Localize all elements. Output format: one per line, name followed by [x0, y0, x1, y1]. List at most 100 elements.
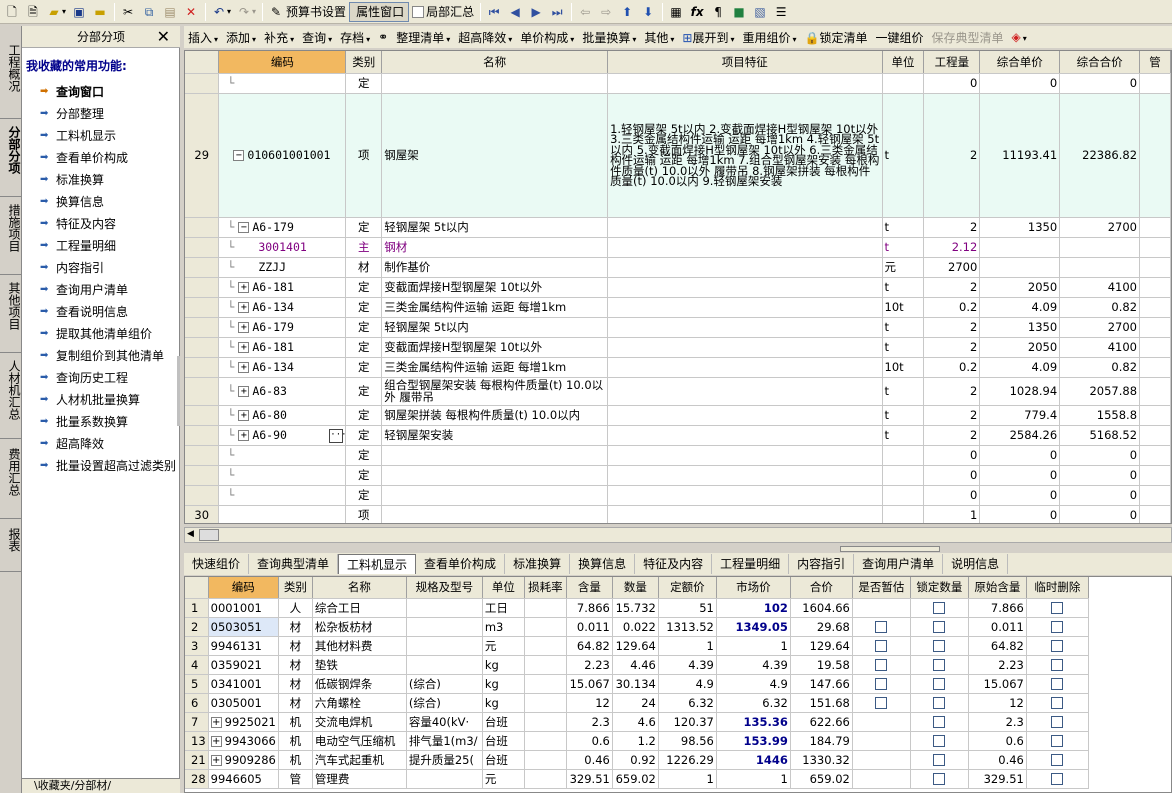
checkbox-icon[interactable] — [933, 697, 946, 709]
spec-cell[interactable] — [406, 769, 483, 789]
formula-button[interactable]: fx — [687, 2, 707, 22]
mgmt-cell[interactable] — [1139, 277, 1171, 298]
lock-qty-cell[interactable] — [910, 693, 969, 713]
market-price-cell[interactable]: 1349.05 — [716, 617, 791, 637]
provisional-cell[interactable] — [852, 731, 911, 751]
quantity-cell[interactable]: 0.2 — [923, 297, 981, 318]
unit-price-cell[interactable]: 2050 — [979, 277, 1061, 298]
type-cell[interactable]: 机 — [278, 750, 313, 770]
temp-delete-cell[interactable] — [1026, 731, 1089, 751]
name-cell[interactable]: 钢材 — [381, 237, 609, 258]
unit-price-cell[interactable]: 0 — [979, 485, 1061, 506]
fill-color-button[interactable]: ◈ ▾ — [1012, 30, 1027, 44]
unit-price-cell[interactable]: 2050 — [979, 337, 1061, 358]
table-row[interactable]: └ − A6-179 定轻钢屋架 5t以内 t 2 1350 2700 — [185, 217, 1171, 238]
total-cell[interactable]: 659.02 — [790, 769, 853, 789]
quantity-cell[interactable]: 0 — [923, 465, 981, 486]
expand-icon[interactable]: + — [210, 754, 222, 766]
total-price-cell[interactable]: 0 — [1059, 465, 1141, 486]
unit-price-cell[interactable]: 4.09 — [979, 297, 1061, 318]
code-cell[interactable]: 9946605 — [208, 769, 279, 789]
feature-cell[interactable] — [607, 485, 883, 506]
name-cell[interactable]: 钢屋架拼装 每根构件质量(t) 10.0以内 — [381, 405, 609, 426]
checkbox-icon[interactable] — [1051, 678, 1064, 690]
table-row[interactable]: 28 9946605 管管理费元 329.51 659.02 1 1 659.02 329.51 — [185, 769, 1089, 789]
mgmt-cell[interactable] — [1139, 505, 1171, 523]
quota-price-cell[interactable]: 98.56 — [658, 731, 717, 751]
unit-cell[interactable]: 元 — [482, 636, 525, 656]
table-row[interactable]: └ + A6-181 定变截面焊接H型钢屋架 10t以外 t 2 2050 4100 — [185, 337, 1171, 358]
bottom-tab[interactable]: 查看单价构成 — [416, 554, 506, 574]
feature-cell[interactable] — [607, 405, 883, 426]
lock-qty-cell[interactable] — [910, 598, 969, 618]
side-item[interactable]: ➡ 工程量明细 — [40, 234, 116, 256]
checkbox-icon[interactable] — [1051, 773, 1064, 785]
unit-cell[interactable]: t — [882, 93, 925, 218]
budget-settings-button[interactable]: ✎ 预算书设置 — [266, 2, 348, 22]
unit-cell[interactable]: 元 — [482, 769, 525, 789]
loss-rate-cell[interactable] — [524, 617, 567, 637]
quantity-cell[interactable]: 2 — [923, 405, 981, 426]
table-row[interactable]: 6 0305001 材六角螺栓 (综合) kg 12 24 6.32 6.32 151.68 12 — [185, 693, 1089, 713]
type-cell[interactable]: 定 — [345, 357, 383, 378]
loss-rate-cell[interactable] — [524, 674, 567, 694]
prev-button[interactable]: ◀ — [505, 2, 525, 22]
feature-cell[interactable] — [607, 465, 883, 486]
spec-cell[interactable]: 排气量1(m3/ — [406, 731, 483, 751]
table-row[interactable]: 2 0503051 材松杂板枋材 m3 0.011 0.022 1313.52 1349.05… — [185, 617, 1089, 637]
tab-cost-summary[interactable]: 费用汇总 — [2, 448, 21, 496]
column-header[interactable]: 名称 — [312, 577, 407, 599]
code-cell[interactable]: └ 3001401 — [218, 237, 347, 258]
cut-button[interactable]: ✂ — [118, 2, 138, 22]
name-cell[interactable]: 综合工日 — [312, 598, 407, 618]
total-cell[interactable]: 29.68 — [790, 617, 853, 637]
quantity-cell[interactable]: 2 — [923, 277, 981, 298]
checkbox-icon[interactable] — [875, 659, 888, 671]
code-cell[interactable]: └ + A6-83 — [218, 377, 347, 406]
original-content-cell[interactable]: 12 — [968, 693, 1027, 713]
first-button[interactable]: ⏮ — [484, 2, 504, 22]
tab-reports[interactable]: 报表 — [2, 528, 21, 552]
feature-cell[interactable] — [607, 257, 883, 278]
type-cell[interactable]: 定 — [345, 217, 383, 238]
name-cell[interactable] — [381, 485, 609, 506]
quota-price-cell[interactable]: 120.37 — [658, 712, 717, 732]
type-cell[interactable]: 机 — [278, 731, 313, 751]
quantity-cell[interactable]: 2700 — [923, 257, 981, 278]
side-item[interactable]: ➡ 换算信息 — [40, 190, 104, 212]
side-item[interactable]: ➡ 批量系数换算 — [40, 410, 128, 432]
total-cell[interactable]: 1604.66 — [790, 598, 853, 618]
unit-price-cell[interactable] — [979, 257, 1061, 278]
market-price-cell[interactable]: 102 — [716, 598, 791, 618]
expand-icon[interactable]: + — [238, 342, 250, 353]
total-cell[interactable]: 1330.32 — [790, 750, 853, 770]
name-cell[interactable]: 六角螺栓 — [312, 693, 407, 713]
column-header[interactable]: 项目特征 — [607, 51, 883, 74]
type-cell[interactable]: 定 — [345, 317, 383, 338]
column-header[interactable]: 含量 — [566, 577, 613, 599]
quantity-cell[interactable]: 0 — [923, 73, 981, 94]
unit-price-cell[interactable]: 0 — [979, 465, 1061, 486]
column-header[interactable]: 名称 — [381, 51, 609, 74]
total-price-cell[interactable]: 2700 — [1059, 217, 1141, 238]
spec-cell[interactable] — [406, 617, 483, 637]
unit-price-cell[interactable]: 2584.26 — [979, 425, 1061, 446]
type-cell[interactable]: 材 — [278, 674, 313, 694]
tab-labor-material-summary[interactable]: 人材机汇总 — [2, 360, 21, 420]
table-row[interactable]: └ + A6-134 定三类金属结构件运输 运距 每增1km 10t 0.2 4.09 0.8… — [185, 357, 1171, 378]
copy-button[interactable]: ⧉ — [139, 2, 159, 22]
tab-other-items[interactable]: 其他项目 — [2, 282, 21, 330]
column-header[interactable]: 规格及型号 — [406, 577, 483, 599]
checkbox-icon[interactable] — [1051, 754, 1064, 766]
mgmt-cell[interactable] — [1139, 237, 1171, 258]
table-row[interactable]: 5 0341001 材低碳钢焊条 (综合) kg 15.067 30.134 4.9 4.9 14… — [185, 674, 1089, 694]
unit-cell[interactable]: m3 — [482, 617, 525, 637]
total-price-cell[interactable]: 4100 — [1059, 277, 1141, 298]
provisional-cell[interactable] — [852, 617, 911, 637]
spec-cell[interactable] — [406, 598, 483, 618]
tab-measure-items[interactable]: 措施项目 — [2, 204, 21, 252]
type-cell[interactable]: 定 — [345, 73, 383, 94]
code-cell[interactable] — [218, 505, 347, 523]
name-cell[interactable] — [381, 465, 609, 486]
total-price-cell[interactable]: 0 — [1059, 485, 1141, 506]
